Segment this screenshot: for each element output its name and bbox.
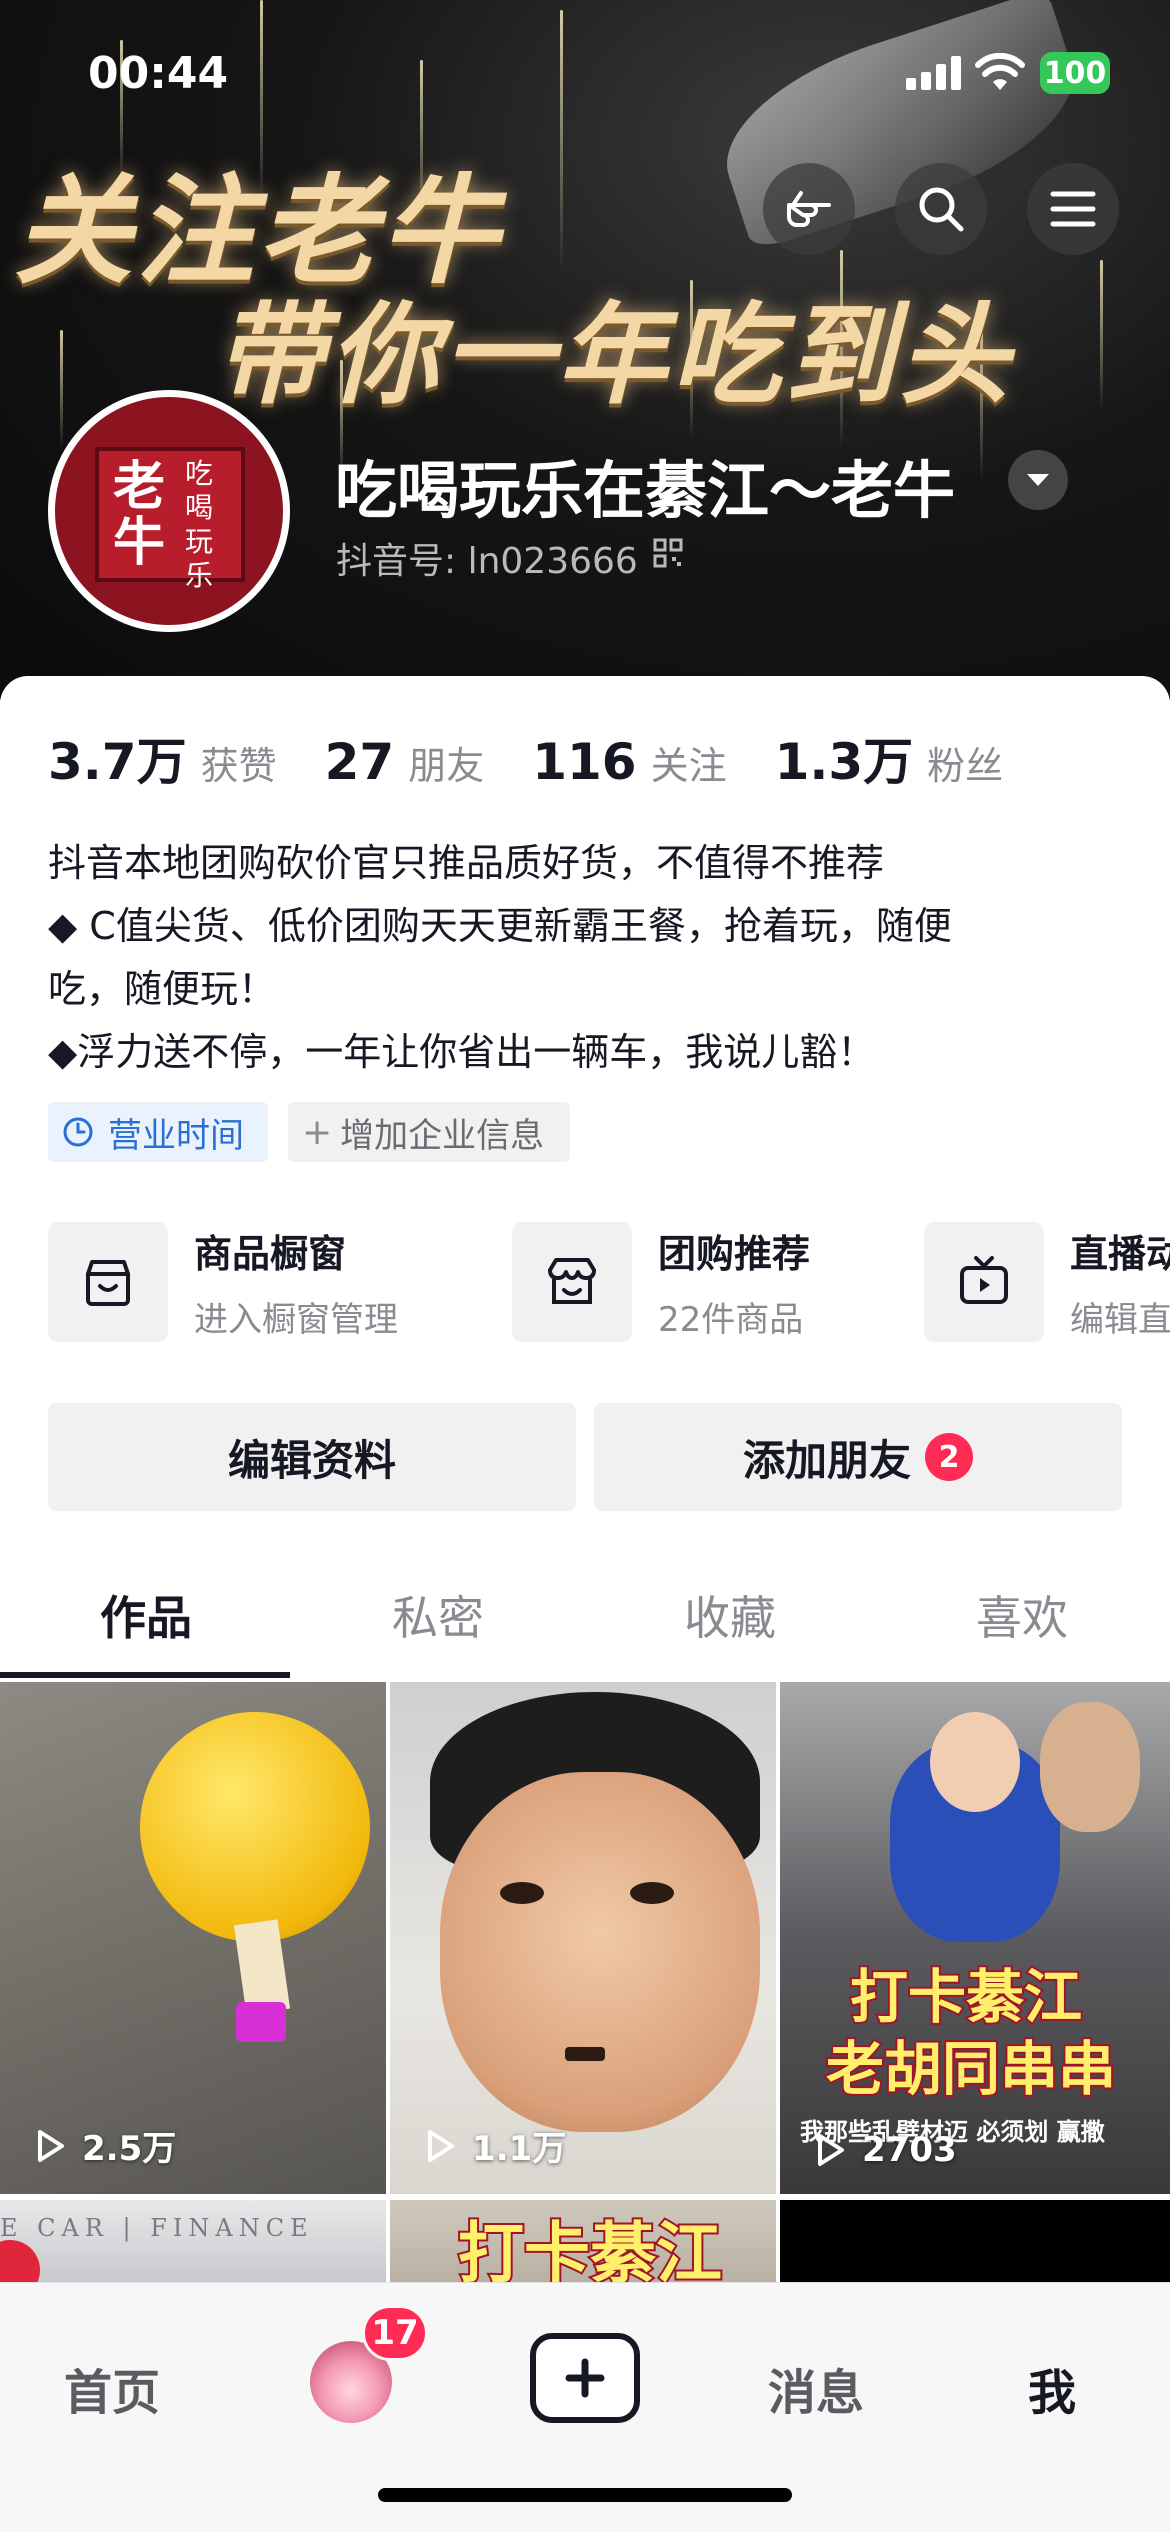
- stat-following[interactable]: 116 关注: [532, 733, 726, 791]
- bio-line: ◆浮力送不停，一年让你省出一辆车，我说儿豁！: [48, 1030, 876, 1074]
- play-icon: [428, 2129, 454, 2162]
- profile-stats: 3.7万 获赞 27 朋友 116 关注 1.3万 粉丝: [48, 722, 1051, 794]
- stat-followers-count: 1.3万: [774, 733, 914, 791]
- add-friends-button[interactable]: 添加朋友 2: [594, 1403, 1122, 1511]
- feature-subtitle: 进入橱窗管理: [194, 1300, 398, 1340]
- plus-icon: [565, 2358, 605, 2398]
- video-grid: 2.5万 1.1万 打卡綦江 老胡同串串 我那些乱劈材迈 必须划 赢撒 2703…: [0, 1682, 1170, 2282]
- wifi-icon: [975, 52, 1025, 90]
- banner-slogan-line2: 带你一年吃到头: [215, 290, 1013, 419]
- play-count-text: 1.1万: [472, 2129, 567, 2169]
- tab-works[interactable]: 作品: [0, 1570, 292, 1680]
- active-tab-indicator: [0, 1672, 290, 1678]
- plus-icon: +: [302, 1111, 333, 1153]
- status-time: 00:44: [88, 48, 229, 99]
- nav-friends-badge: 17: [362, 2305, 428, 2361]
- stat-friends-count: 27: [324, 733, 395, 791]
- douyin-id[interactable]: 抖音号: ln023666: [336, 532, 638, 584]
- video-thumbnail[interactable]: E CAR | FINANCE: [0, 2200, 386, 2282]
- video-thumbnail[interactable]: 打卡綦江 老胡同串串 我那些乱劈材迈 必须划 赢撒 2703: [780, 1682, 1170, 2194]
- qr-code-icon[interactable]: [653, 538, 683, 568]
- tab-private[interactable]: 私密: [292, 1570, 584, 1680]
- stat-friends[interactable]: 27 朋友: [325, 733, 485, 791]
- tab-favorites[interactable]: 收藏: [584, 1570, 876, 1680]
- feature-subtitle: 编辑直: [1070, 1300, 1170, 1340]
- pointing-hand-icon: [787, 191, 831, 227]
- stat-likes-count: 3.7万: [48, 733, 187, 791]
- feature-title: 商品橱窗: [194, 1232, 347, 1276]
- search-icon: [919, 187, 964, 232]
- nav-home[interactable]: 首页: [64, 2353, 160, 2423]
- stat-following-label: 关注: [650, 744, 727, 788]
- stat-followers-label: 粉丝: [927, 744, 1004, 788]
- storefront-icon: [48, 1222, 168, 1342]
- nav-me[interactable]: 我: [1028, 2353, 1076, 2423]
- business-hours-chip[interactable]: 营业时间: [48, 1102, 268, 1162]
- bio-line: 吃，随便玩！: [48, 967, 277, 1011]
- video-thumbnail[interactable]: [780, 2200, 1170, 2282]
- account-switch-button[interactable]: [1008, 450, 1068, 510]
- edit-profile-button[interactable]: 编辑资料: [48, 1403, 576, 1511]
- bio-line: 抖音本地团购砍价官只推品质好货，不值得不推荐: [48, 841, 885, 885]
- stat-likes[interactable]: 3.7万 获赞: [48, 722, 277, 794]
- stat-likes-label: 获赞: [200, 744, 277, 788]
- feature-title: 直播动: [1070, 1232, 1170, 1276]
- play-count: 1.1万: [420, 2121, 566, 2170]
- video-thumbnail[interactable]: 2.5万: [0, 1682, 386, 2194]
- profile-bio: 抖音本地团购砍价官只推品质好货，不值得不推荐 ◆ C值尖货、低价团购天天更新霸王…: [48, 832, 1128, 1084]
- play-icon: [38, 2129, 64, 2162]
- shop-icon: [512, 1222, 632, 1342]
- avatar-text-small: 吃喝玩乐: [185, 457, 214, 592]
- add-business-info-chip[interactable]: + 增加企业信息: [288, 1102, 570, 1162]
- add-friends-label: 添加朋友: [742, 1435, 911, 1485]
- play-count: 2.5万: [30, 2121, 176, 2170]
- bio-line: ◆ C值尖货、低价团购天天更新霸王餐，抢着玩，随便: [48, 904, 952, 948]
- home-indicator: [378, 2488, 792, 2502]
- video-overlay-title: 老胡同串串: [824, 2033, 1118, 2105]
- cellular-signal-icon: [906, 56, 962, 90]
- feature-group-buy[interactable]: 团购推荐 22件商品: [512, 1222, 810, 1342]
- play-count: 2703: [810, 2130, 957, 2170]
- feature-subtitle: 22件商品: [658, 1300, 804, 1340]
- tv-icon: [924, 1222, 1044, 1342]
- play-count-text: 2.5万: [82, 2129, 177, 2169]
- visitor-button[interactable]: [763, 163, 855, 255]
- menu-icon: [1050, 191, 1096, 227]
- video-overlay-title: 打卡綦江: [456, 2213, 724, 2282]
- profile-name: 吃喝玩乐在綦江～老牛: [335, 454, 956, 527]
- status-bar: 00:44 100: [0, 0, 1170, 150]
- stat-followers[interactable]: 1.3万 粉丝: [775, 722, 1004, 794]
- business-hours-label: 营业时间: [108, 1115, 244, 1156]
- stat-friends-label: 朋友: [408, 744, 485, 788]
- video-thumbnail[interactable]: 打卡綦江: [390, 2200, 776, 2282]
- edit-profile-label: 编辑资料: [227, 1435, 396, 1485]
- add-friends-badge: 2: [925, 1433, 973, 1481]
- search-button[interactable]: [895, 163, 987, 255]
- feature-product-showcase[interactable]: 商品橱窗 进入橱窗管理: [48, 1222, 398, 1342]
- feature-live-dynamic[interactable]: 直播动 编辑直: [924, 1222, 1170, 1342]
- video-overlay-text: E CAR | FINANCE: [0, 2214, 314, 2242]
- clock-icon: [63, 1117, 93, 1147]
- feature-title: 团购推荐: [658, 1232, 811, 1276]
- content-tabs: 作品 私密 收藏 喜欢: [0, 1570, 1170, 1680]
- play-icon: [818, 2134, 844, 2166]
- tab-liked[interactable]: 喜欢: [876, 1570, 1168, 1680]
- profile-avatar[interactable]: 老牛 吃喝玩乐: [48, 390, 290, 632]
- avatar-text-big: 老牛: [113, 457, 166, 573]
- video-thumbnail[interactable]: 1.1万: [390, 1682, 776, 2194]
- nav-messages[interactable]: 消息: [768, 2353, 864, 2423]
- battery-indicator: 100: [1040, 52, 1110, 94]
- create-post-button[interactable]: [530, 2333, 640, 2423]
- play-count-text: 2703: [862, 2130, 957, 2170]
- add-business-info-label: 增加企业信息: [340, 1115, 545, 1156]
- menu-button[interactable]: [1027, 163, 1119, 255]
- chevron-down-icon: [1027, 474, 1049, 486]
- stat-following-count: 116: [532, 733, 637, 791]
